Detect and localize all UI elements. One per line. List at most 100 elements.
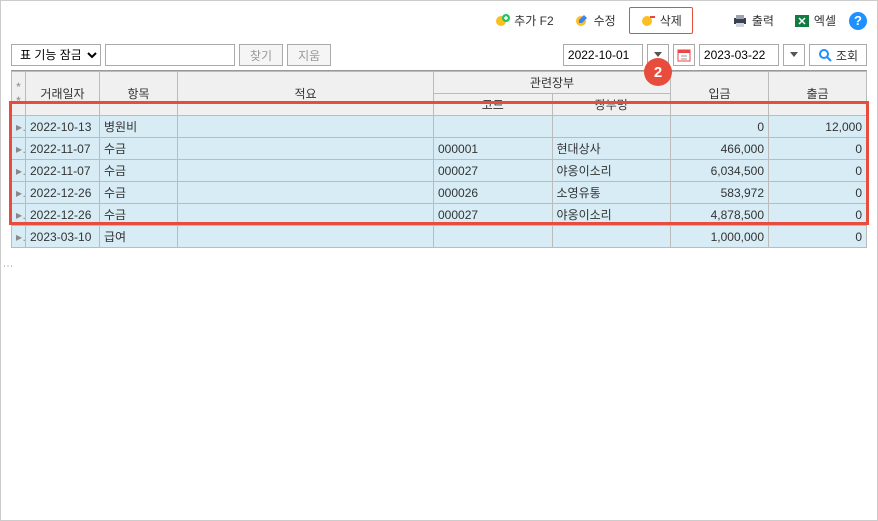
date-from-input[interactable]: [563, 44, 643, 66]
header-handle[interactable]: **: [12, 72, 26, 116]
step-badge-2: 2: [644, 58, 672, 86]
edit-label: 수정: [594, 12, 616, 29]
cell-code[interactable]: 000026: [434, 182, 553, 204]
left-drag-handle[interactable]: ⋮: [2, 261, 13, 269]
cell-code[interactable]: 000027: [434, 204, 553, 226]
row-handle[interactable]: ▸: [12, 204, 26, 226]
table-body: ▸2022-10-13병원비012,000▸2022-11-07수금000001…: [12, 116, 867, 248]
cell-item[interactable]: 수금: [100, 204, 178, 226]
cell-date[interactable]: 2022-12-26: [26, 182, 100, 204]
excel-button[interactable]: 엑셀: [787, 9, 843, 32]
header-withdraw[interactable]: 출금: [769, 72, 867, 116]
cell-memo[interactable]: [178, 182, 434, 204]
cell-book[interactable]: 소영유통: [552, 182, 671, 204]
help-button[interactable]: ?: [849, 12, 867, 30]
excel-icon: [794, 13, 810, 29]
cell-memo[interactable]: [178, 138, 434, 160]
header-code[interactable]: 코드: [434, 94, 553, 116]
table-row[interactable]: ▸2023-03-10급여 1,000,0000: [12, 226, 867, 248]
cell-withdraw[interactable]: 0: [769, 138, 867, 160]
search-icon: [818, 48, 832, 62]
header-item[interactable]: 항목: [100, 72, 178, 116]
cell-item[interactable]: 수금: [100, 138, 178, 160]
row-handle[interactable]: ▸: [12, 116, 26, 138]
print-button[interactable]: 출력: [725, 9, 781, 32]
delete-icon: [640, 13, 656, 29]
cell-deposit[interactable]: 1,000,000: [671, 226, 769, 248]
search-text-input[interactable]: [105, 44, 235, 66]
cell-book[interactable]: [552, 116, 671, 138]
table-row[interactable]: ▸2022-12-26수금 000027야옹이소리4,878,5000: [12, 204, 867, 226]
data-table-wrap: ** 거래일자 항목 적요 관련장부 입금 출금 코드 장부명 ▸2022-10…: [11, 70, 867, 248]
cell-memo[interactable]: [178, 160, 434, 182]
print-icon: [732, 13, 748, 29]
table-header: ** 거래일자 항목 적요 관련장부 입금 출금 코드 장부명: [12, 72, 867, 116]
search-label: 조회: [836, 47, 858, 64]
cell-memo[interactable]: [178, 204, 434, 226]
edit-button[interactable]: 수정: [567, 9, 623, 32]
excel-label: 엑셀: [814, 12, 836, 29]
data-table: ** 거래일자 항목 적요 관련장부 입금 출금 코드 장부명 ▸2022-10…: [11, 71, 867, 248]
row-handle[interactable]: ▸: [12, 138, 26, 160]
row-handle[interactable]: ▸: [12, 182, 26, 204]
cell-date[interactable]: 2022-11-07: [26, 160, 100, 182]
cell-book[interactable]: 야옹이소리: [552, 204, 671, 226]
cell-date[interactable]: 2023-03-10: [26, 226, 100, 248]
cell-memo[interactable]: [178, 116, 434, 138]
cell-code[interactable]: [434, 116, 553, 138]
table-row[interactable]: ▸2022-11-07수금 000027야옹이소리6,034,5000: [12, 160, 867, 182]
table-lock-select[interactable]: 표 기능 잠금: [11, 44, 101, 66]
cell-withdraw[interactable]: 0: [769, 204, 867, 226]
cell-deposit[interactable]: 6,034,500: [671, 160, 769, 182]
cell-deposit[interactable]: 0: [671, 116, 769, 138]
cell-code[interactable]: 000027: [434, 160, 553, 182]
cell-deposit[interactable]: 466,000: [671, 138, 769, 160]
delete-button[interactable]: 삭제: [629, 7, 693, 34]
cell-withdraw[interactable]: 0: [769, 160, 867, 182]
header-group-book[interactable]: 관련장부: [434, 72, 671, 94]
cell-item[interactable]: 병원비: [100, 116, 178, 138]
add-button[interactable]: 추가 F2: [487, 9, 560, 32]
cell-date[interactable]: 2022-12-26: [26, 204, 100, 226]
header-memo[interactable]: 적요: [178, 72, 434, 116]
find-button[interactable]: 찾기: [239, 44, 283, 66]
cell-item[interactable]: 수금: [100, 160, 178, 182]
cell-deposit[interactable]: 583,972: [671, 182, 769, 204]
delete-label: 삭제: [660, 12, 682, 29]
calendar-button[interactable]: [673, 44, 695, 66]
table-row[interactable]: ▸2022-10-13병원비 012,000: [12, 116, 867, 138]
print-label: 출력: [752, 12, 774, 29]
add-icon: [494, 13, 510, 29]
chevron-down-icon: [790, 52, 798, 58]
add-label: 추가 F2: [514, 12, 553, 29]
date-to-input[interactable]: [699, 44, 779, 66]
cell-item[interactable]: 수금: [100, 182, 178, 204]
date-to-dropdown[interactable]: [783, 44, 805, 66]
cell-withdraw[interactable]: 0: [769, 226, 867, 248]
cell-item[interactable]: 급여: [100, 226, 178, 248]
cell-date[interactable]: 2022-10-13: [26, 116, 100, 138]
calendar-icon: [677, 48, 691, 62]
cell-book[interactable]: 야옹이소리: [552, 160, 671, 182]
cell-date[interactable]: 2022-11-07: [26, 138, 100, 160]
header-date[interactable]: 거래일자: [26, 72, 100, 116]
row-handle[interactable]: ▸: [12, 226, 26, 248]
row-handle[interactable]: ▸: [12, 160, 26, 182]
header-book[interactable]: 장부명: [552, 94, 671, 116]
cell-withdraw[interactable]: 0: [769, 182, 867, 204]
filter-bar: 표 기능 잠금 찾기 지움 조회: [1, 40, 877, 70]
cell-code[interactable]: [434, 226, 553, 248]
search-button[interactable]: 조회: [809, 44, 867, 66]
top-toolbar: 추가 F2 수정 삭제 출력 엑셀 ?: [1, 1, 877, 40]
edit-icon: [574, 13, 590, 29]
cell-book[interactable]: 현대상사: [552, 138, 671, 160]
table-row[interactable]: ▸2022-11-07수금 000001현대상사466,0000: [12, 138, 867, 160]
clear-button[interactable]: 지움: [287, 44, 331, 66]
header-deposit[interactable]: 입금: [671, 72, 769, 116]
cell-code[interactable]: 000001: [434, 138, 553, 160]
cell-withdraw[interactable]: 12,000: [769, 116, 867, 138]
cell-memo[interactable]: [178, 226, 434, 248]
table-row[interactable]: ▸2022-12-26수금 000026소영유통583,9720: [12, 182, 867, 204]
cell-book[interactable]: [552, 226, 671, 248]
cell-deposit[interactable]: 4,878,500: [671, 204, 769, 226]
